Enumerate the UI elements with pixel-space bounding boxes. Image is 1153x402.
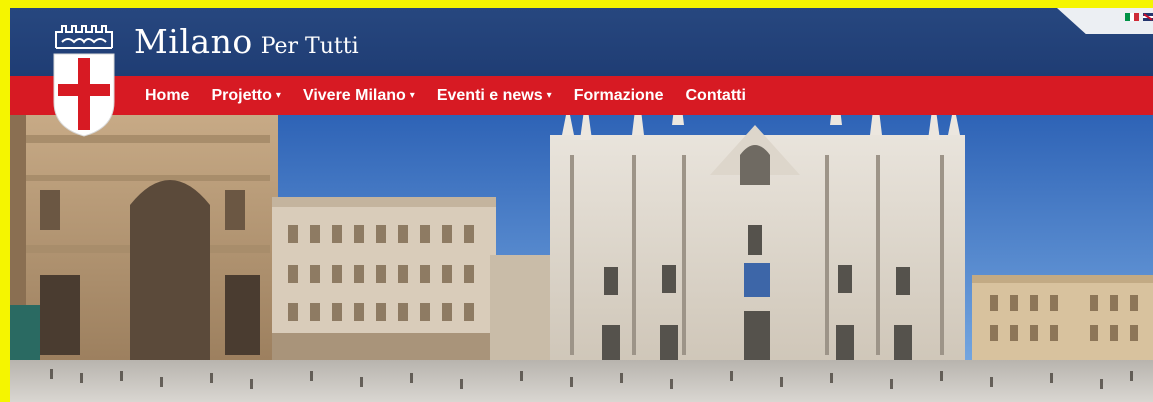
site-container: Milano Per Tutti Home Projetto ▾ Vivere Mi… <box>10 8 1153 402</box>
chevron-down-icon: ▾ <box>409 90 415 101</box>
crest-icon <box>53 25 115 137</box>
main-nav-bar: Home Projetto ▾ Vivere Milano ▾ Eventi e n… <box>10 76 1153 115</box>
nav-item-contatti[interactable]: Contatti <box>674 76 756 115</box>
brand-tagline: Per Tutti <box>260 34 359 59</box>
nav-item-home[interactable]: Home <box>134 76 200 115</box>
nav-item-label: Projetto <box>211 86 272 104</box>
uk-flag-icon[interactable] <box>1143 13 1153 21</box>
hero-image <box>10 115 1153 402</box>
chevron-down-icon: ▾ <box>546 90 552 101</box>
nav-item-label: Vivere Milano <box>302 86 406 104</box>
site-brand[interactable]: Milano Per Tutti <box>134 22 359 61</box>
nav-item-eventi-e-news[interactable]: Eventi e news ▾ <box>426 76 563 115</box>
language-switcher <box>1057 8 1153 34</box>
page-frame: Milano Per Tutti Home Projetto ▾ Vivere Mi… <box>0 0 1153 402</box>
nav-item-formazione[interactable]: Formazione <box>563 76 675 115</box>
nav-item-label: Contatti <box>685 86 746 104</box>
chevron-down-icon: ▾ <box>275 90 281 101</box>
it-flag-icon[interactable] <box>1125 13 1140 21</box>
brand-name: Milano <box>134 22 253 61</box>
nav-item-label: Formazione <box>573 86 664 104</box>
nav-item-label: Eventi e news <box>436 86 543 104</box>
main-nav: Home Projetto ▾ Vivere Milano ▾ Eventi e n… <box>134 76 757 115</box>
milano-crest-logo[interactable] <box>52 22 116 138</box>
nav-item-progetto[interactable]: Projetto ▾ <box>200 76 291 115</box>
nav-item-label: Home <box>145 86 190 104</box>
milan-cathedral-photo <box>10 115 1153 402</box>
site-header: Milano Per Tutti <box>10 8 1153 76</box>
nav-item-vivere-milano[interactable]: Vivere Milano ▾ <box>292 76 426 115</box>
